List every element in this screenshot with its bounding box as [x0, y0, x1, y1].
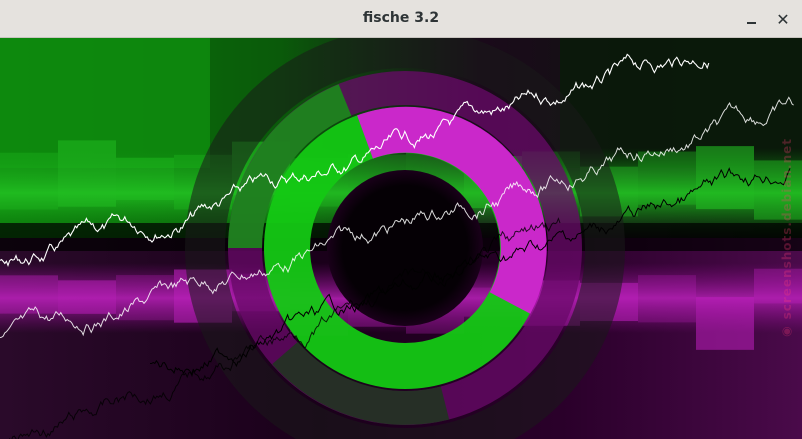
green-streak — [116, 157, 174, 201]
watermark: ◉ screenshots.debian.net — [780, 138, 794, 340]
visualization-canvas: ◉ screenshots.debian.net — [0, 38, 802, 439]
app-window: fische 3.2 ✕ ◉ screenshots.debian.net — [0, 0, 802, 439]
close-icon: ✕ — [776, 9, 790, 29]
green-streak — [58, 140, 116, 207]
magenta-streak — [696, 297, 754, 350]
camera-icon: ◉ — [780, 319, 794, 340]
minimize-icon — [746, 21, 756, 24]
visualizer-svg — [0, 38, 802, 439]
green-streak — [754, 160, 802, 220]
minimize-button[interactable] — [739, 7, 763, 31]
center-hole — [327, 170, 483, 326]
magenta-streak — [116, 275, 174, 321]
green-streak — [638, 151, 696, 205]
green-streak — [0, 152, 58, 210]
watermark-text: screenshots.debian.net — [780, 138, 794, 320]
close-button[interactable]: ✕ — [771, 7, 795, 31]
magenta-streak — [58, 280, 116, 314]
ring-group — [185, 38, 625, 439]
magenta-streak — [638, 275, 696, 323]
title-bar[interactable]: fische 3.2 ✕ — [0, 0, 802, 38]
magenta-streak — [754, 268, 802, 304]
window-title: fische 3.2 — [362, 10, 440, 26]
